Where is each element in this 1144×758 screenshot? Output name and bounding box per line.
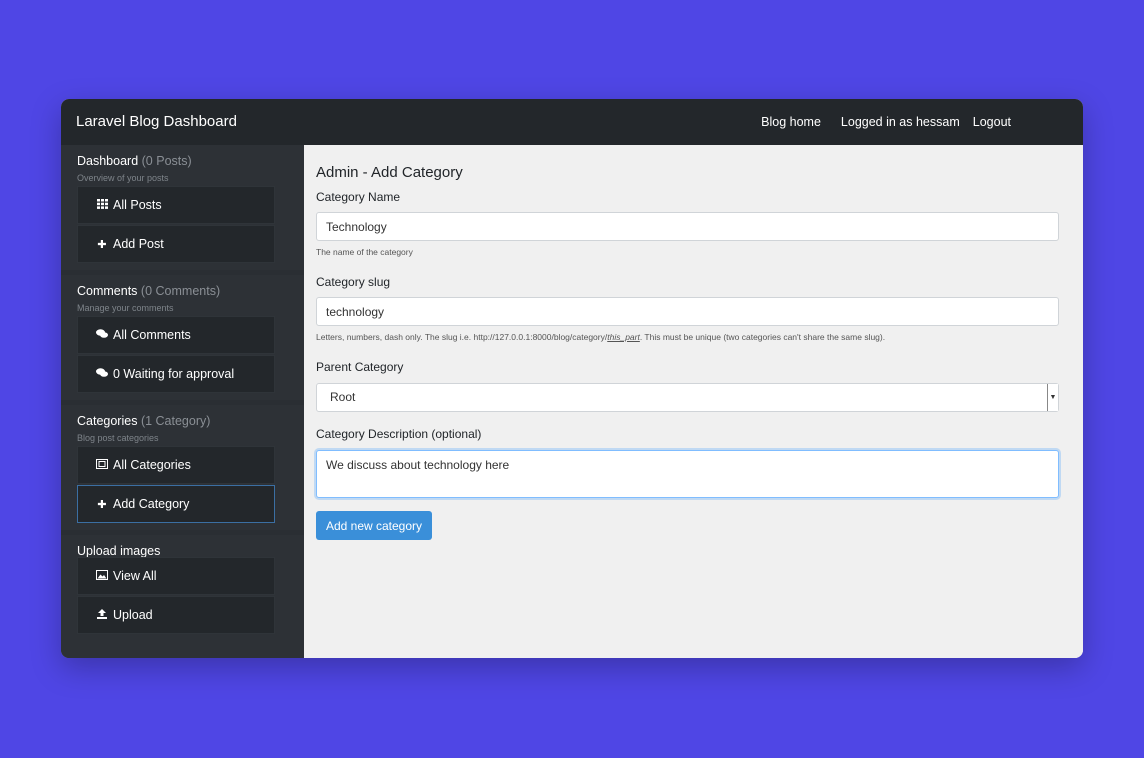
main-content: Admin - Add Category Category Name The n… [304, 145, 1083, 658]
sidebar-item-all-posts[interactable]: All Posts [77, 186, 275, 224]
sidebar-item-label: Add Post [113, 237, 164, 251]
sidebar-heading-uploads: Upload images [77, 544, 161, 558]
sidebar-item-label: Add Category [113, 497, 190, 511]
sidebar-item-add-post[interactable]: ✚ Add Post [77, 225, 275, 263]
category-slug-help: Letters, numbers, dash only. The slug i.… [316, 332, 885, 342]
comments-icon [96, 367, 108, 381]
logged-in-user-link[interactable]: Logged in as hessam [841, 115, 960, 129]
parent-category-label: Parent Category [316, 360, 404, 374]
comments-icon [96, 328, 108, 342]
sidebar-item-label: All Posts [113, 198, 162, 212]
slug-help-prefix: Letters, numbers, dash only. The slug i.… [316, 332, 608, 342]
page-title: Admin - Add Category [316, 164, 463, 181]
sidebar-item-upload[interactable]: Upload [77, 596, 275, 634]
heading-title: Comments [77, 284, 138, 298]
sidebar-subtitle-comments: Manage your comments [77, 303, 174, 313]
sidebar-item-label: All Categories [113, 458, 191, 472]
plus-icon: ✚ [97, 238, 107, 251]
top-navbar: Laravel Blog Dashboard Blog home Logged … [61, 99, 1083, 145]
brand-link[interactable]: Laravel Blog Dashboard [76, 113, 237, 130]
sidebar-item-label: 0 Waiting for approval [113, 367, 235, 381]
logout-link[interactable]: Logout [973, 115, 1011, 129]
add-new-category-button[interactable]: Add new category [316, 511, 432, 540]
category-name-label: Category Name [316, 190, 401, 204]
sidebar: Dashboard (0 Posts) Overview of your pos… [61, 145, 304, 658]
category-description-textarea[interactable]: We discuss about technology here [316, 450, 1059, 498]
image-frame-icon [96, 458, 108, 472]
sidebar-item-waiting-approval[interactable]: 0 Waiting for approval [77, 355, 275, 393]
nav-links: Blog home Logged in as hessam Logout [761, 115, 1011, 129]
sidebar-heading-dashboard: Dashboard (0 Posts) [77, 154, 192, 168]
grid-icon [96, 198, 108, 212]
category-name-help: The name of the category [316, 247, 413, 257]
heading-title: Categories [77, 414, 138, 428]
slug-help-suffix: . This must be unique (two categories ca… [639, 332, 886, 342]
category-description-label: Category Description (optional) [316, 427, 482, 441]
heading-count: (0 Posts) [141, 154, 192, 168]
sidebar-item-all-categories[interactable]: All Categories [77, 446, 275, 484]
plus-icon: ✚ [97, 498, 107, 511]
sidebar-heading-categories: Categories (1 Category) [77, 414, 210, 428]
sidebar-subtitle-categories: Blog post categories [77, 433, 159, 443]
picture-icon [96, 569, 108, 583]
heading-count: (1 Category) [140, 414, 211, 428]
slug-help-part: this_part [607, 332, 640, 342]
heading-count: (0 Comments) [140, 284, 221, 298]
parent-category-select[interactable]: Root ▼ [316, 383, 1059, 412]
sidebar-heading-comments: Comments (0 Comments) [77, 284, 220, 298]
sidebar-item-all-comments[interactable]: All Comments [77, 316, 275, 354]
parent-category-value: Root [330, 390, 356, 404]
sidebar-item-view-all[interactable]: View All [77, 557, 275, 595]
app-window: Laravel Blog Dashboard Blog home Logged … [61, 99, 1083, 658]
category-slug-input[interactable] [316, 297, 1059, 326]
category-name-input[interactable] [316, 212, 1059, 241]
sidebar-item-label: All Comments [113, 328, 191, 342]
sidebar-item-add-category[interactable]: ✚ Add Category [77, 485, 275, 523]
category-slug-label: Category slug [316, 275, 391, 289]
upload-icon [96, 608, 108, 622]
blog-home-link[interactable]: Blog home [761, 115, 821, 129]
sidebar-item-label: Upload [113, 608, 153, 622]
sidebar-subtitle-dashboard: Overview of your posts [77, 173, 169, 183]
sidebar-item-label: View All [113, 569, 157, 583]
chevron-down-icon[interactable]: ▼ [1047, 384, 1058, 411]
heading-title: Dashboard [77, 154, 139, 168]
